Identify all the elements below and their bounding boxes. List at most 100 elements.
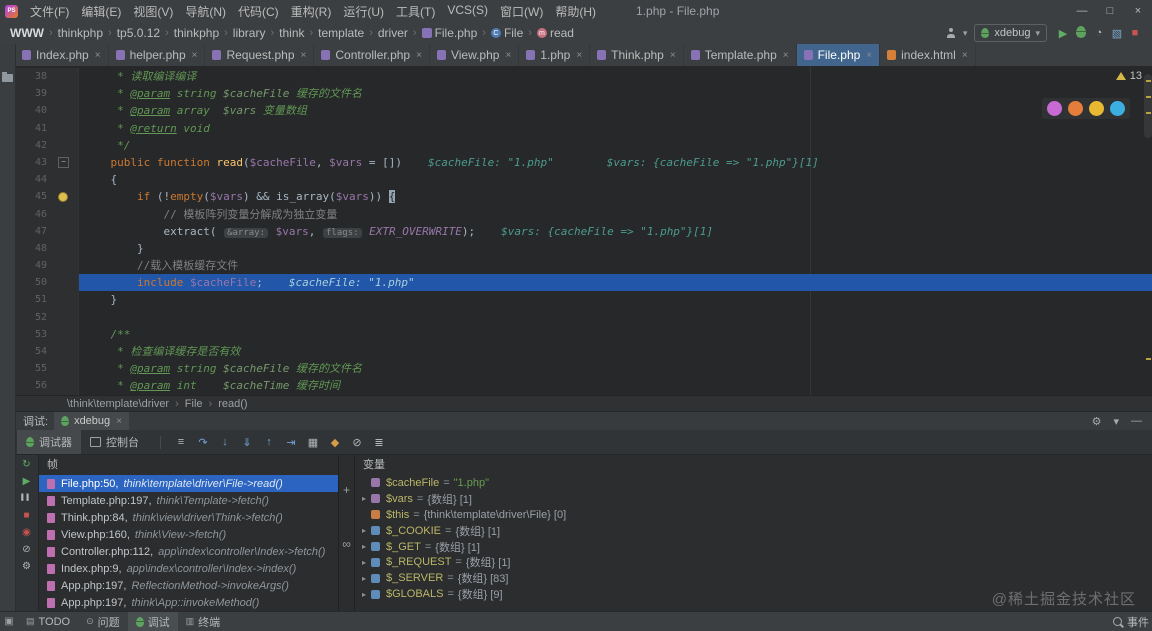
status-item-问题[interactable]: ⊙ 问题 <box>78 612 128 631</box>
editor-tab[interactable]: View.php × <box>430 44 520 66</box>
menu-item[interactable]: 视图(V) <box>127 3 179 20</box>
browser-edge-icon[interactable] <box>1110 101 1125 116</box>
mute-breakpoints-icon[interactable]: ⊘ <box>347 436 367 449</box>
stack-frame[interactable]: Think.php:84, think\view\driver\Think->fe… <box>39 509 338 526</box>
code-text[interactable]: extract( &array: $vars, flags: EXTR_OVER… <box>79 223 1152 240</box>
browser-firefox-icon[interactable] <box>1068 101 1083 116</box>
run-to-cursor-icon[interactable]: ⇥ <box>281 436 301 449</box>
force-step-into-icon[interactable]: ⇓ <box>237 436 257 449</box>
close-tab-icon[interactable]: × <box>416 50 422 61</box>
breadcrumb-item[interactable]: File.php <box>420 26 480 40</box>
minimize-button[interactable]: — <box>1068 5 1096 17</box>
step-into-icon[interactable]: ↓ <box>215 436 235 448</box>
variable-row[interactable]: $this = {think\template\driver\File} [0] <box>355 507 1152 523</box>
variable-row[interactable]: $cacheFile = "1.php" <box>355 475 1152 491</box>
close-tab-icon[interactable]: × <box>301 50 307 61</box>
stack-frame[interactable]: File.php:50, think\template\driver\File->… <box>39 475 338 492</box>
close-tab-icon[interactable]: × <box>962 50 968 61</box>
status-item-终端[interactable]: ▥ 终端 <box>178 612 229 631</box>
code-line[interactable]: 40 * @param array $vars 变量数组 <box>15 102 1152 120</box>
stop-icon[interactable]: ■ <box>23 509 29 522</box>
line-number[interactable]: 56 <box>15 377 55 395</box>
code-text[interactable]: * 检查编译缓存是否有效 <box>79 343 1152 360</box>
run-button[interactable]: ▶ <box>1054 27 1072 40</box>
breadcrumb-item[interactable]: WWW <box>8 26 46 40</box>
code-text[interactable]: } <box>79 240 1152 257</box>
close-button[interactable]: × <box>1124 5 1152 17</box>
code-text[interactable]: { <box>79 171 1152 188</box>
editor-tab[interactable]: helper.php × <box>109 44 206 66</box>
stack-frame[interactable]: Controller.php:112, app\index\controller\… <box>39 543 338 560</box>
breadcrumb-item[interactable]: driver <box>376 26 410 40</box>
line-number[interactable]: 49 <box>15 257 55 275</box>
stack-frame[interactable]: View.php:160, think\View->fetch() <box>39 526 338 543</box>
stop-button[interactable]: ■ <box>1126 27 1144 39</box>
menu-item[interactable]: 运行(U) <box>337 3 390 20</box>
code-line[interactable]: 54 * 检查编译缓存是否有效 <box>15 343 1152 361</box>
warning-stripe-mark[interactable] <box>1146 112 1151 114</box>
expand-arrow-icon[interactable]: ▸ <box>357 558 371 567</box>
status-item-调试[interactable]: 调试 <box>127 612 178 631</box>
code-line[interactable]: 56 * @param int $cacheTime 缓存时间 <box>15 377 1152 395</box>
code-line[interactable]: 44 { <box>15 171 1152 189</box>
project-folder-icon[interactable] <box>2 72 13 82</box>
stack-frame[interactable]: App.php:197, ReflectionMethod->invokeArgs… <box>39 577 338 594</box>
code-line[interactable]: 51 } <box>15 291 1152 309</box>
view-breakpoints-icon[interactable]: ◆ <box>325 436 345 449</box>
close-tab-icon[interactable]: × <box>866 50 872 61</box>
expand-arrow-icon[interactable]: ▸ <box>357 494 371 503</box>
editor-breadcrumb-item[interactable]: File <box>185 398 203 410</box>
editor-scrollbar[interactable] <box>1144 74 1152 138</box>
editor-tab[interactable]: index.html × <box>880 44 976 66</box>
close-tab-icon[interactable]: × <box>670 50 676 61</box>
line-number[interactable]: 50 <box>15 274 55 292</box>
step-over-icon[interactable]: ↷ <box>193 436 213 449</box>
layout-settings-icon[interactable]: ≣ <box>369 436 389 449</box>
variable-row[interactable]: ▸ $_REQUEST = {数组} [1] <box>355 554 1152 570</box>
fold-icon[interactable]: − <box>58 157 69 169</box>
breadcrumb-item[interactable]: tp5.0.12 <box>115 26 162 40</box>
profiler-button[interactable]: ▧ <box>1108 27 1126 40</box>
show-values-inline-icon[interactable]: ∞ <box>342 537 351 551</box>
close-tab-icon[interactable]: × <box>576 50 582 61</box>
line-number[interactable]: 53 <box>15 325 55 343</box>
breadcrumb-item[interactable]: template <box>316 26 366 40</box>
line-number[interactable]: 42 <box>15 136 55 154</box>
pause-icon[interactable]: ▌▌ <box>21 492 32 505</box>
line-number[interactable]: 39 <box>15 85 55 103</box>
variable-row[interactable]: ▸ $_GET = {数组} [1] <box>355 539 1152 555</box>
breadcrumb-item[interactable]: library <box>231 26 268 40</box>
maximize-button[interactable]: □ <box>1096 5 1124 17</box>
code-text[interactable]: /** <box>79 326 1152 343</box>
step-out-icon[interactable]: ↑ <box>259 436 279 448</box>
editor-tab[interactable]: Think.php × <box>590 44 684 66</box>
breadcrumb-item[interactable]: thinkphp <box>172 26 221 40</box>
resume-icon[interactable]: ▶ <box>23 475 31 488</box>
close-session-icon[interactable]: × <box>116 416 122 427</box>
code-line[interactable]: 43− public function read($cacheFile, $va… <box>15 153 1152 172</box>
menu-item[interactable]: 编辑(E) <box>75 3 127 20</box>
code-text[interactable]: */ <box>79 137 1152 154</box>
menu-item[interactable]: VCS(S) <box>441 3 494 20</box>
show-execution-point-icon[interactable]: ≡ <box>171 436 191 448</box>
menu-item[interactable]: 代码(C) <box>232 3 285 20</box>
line-number[interactable]: 51 <box>15 291 55 309</box>
code-text[interactable]: * @param int $cacheTime 缓存时间 <box>79 377 1152 394</box>
warning-stripe-mark[interactable] <box>1146 358 1151 360</box>
add-watch-icon[interactable]: + <box>343 483 350 497</box>
editor-tab[interactable]: Index.php × <box>15 44 109 66</box>
line-number[interactable]: 48 <box>15 239 55 258</box>
expand-arrow-icon[interactable]: ▸ <box>357 574 371 583</box>
code-line[interactable]: 48 } <box>15 239 1152 258</box>
editor-tab[interactable]: Template.php × <box>684 44 797 66</box>
code-line[interactable]: 52 <box>15 308 1152 326</box>
browser-chrome-icon[interactable] <box>1089 101 1104 116</box>
editor-tab[interactable]: Controller.php × <box>314 44 430 66</box>
code-text[interactable]: //载入模板缓存文件 <box>79 257 1152 274</box>
code-line[interactable]: 46 // 模板阵列变量分解成为独立变量 <box>15 205 1152 223</box>
code-text[interactable]: public function read($cacheFile, $vars =… <box>79 154 1152 171</box>
code-line-execution[interactable]: 50 include $cacheFile; $cacheFile: "1.php… <box>15 274 1152 292</box>
event-log-label[interactable]: 事件 <box>1127 614 1149 630</box>
breadcrumb-item[interactable]: C File <box>489 26 525 40</box>
code-text[interactable]: * @param string $cacheFile 缓存的文件名 <box>79 360 1152 377</box>
